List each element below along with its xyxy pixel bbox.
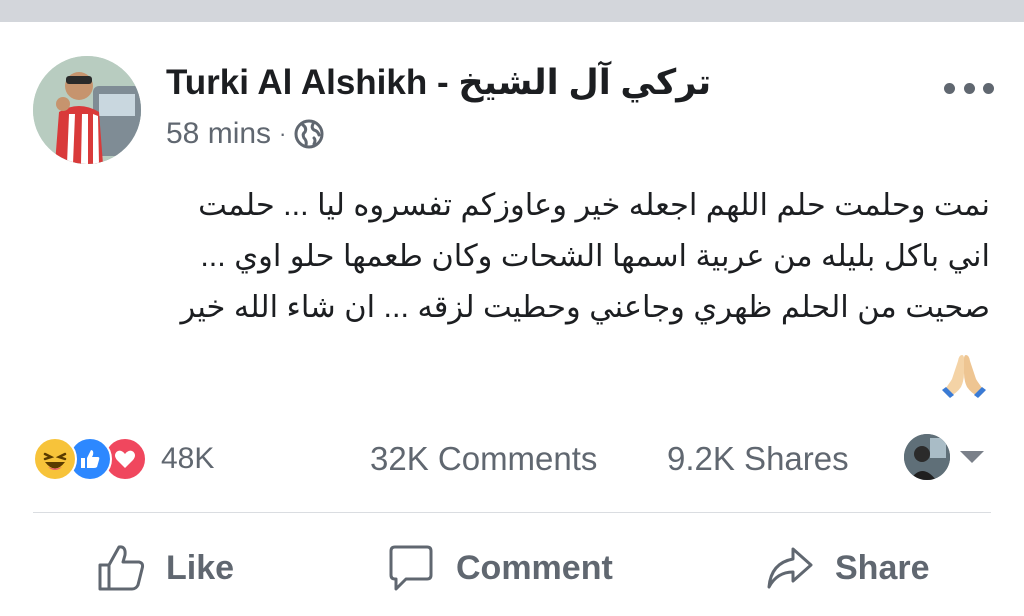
author-avatar[interactable]: [33, 56, 141, 164]
post-line: اني باكل بليله من عربية اسمها الشحات وكا…: [200, 239, 990, 273]
viewer-avatar[interactable]: [904, 434, 950, 480]
like-button[interactable]: Like: [96, 536, 234, 600]
meta-separator: ·: [279, 121, 287, 146]
share-icon: [767, 547, 813, 589]
shares-count[interactable]: 9.2K Shares: [667, 440, 849, 478]
post-line: نمت وحلمت حلم اللهم اجعله خير وعاوزكم تف…: [198, 188, 990, 222]
more-dot: [963, 82, 975, 94]
share-label: Share: [835, 548, 930, 587]
post-text: نمت وحلمت حلم اللهم اجعله خير وعاوزكم تف…: [28, 180, 991, 333]
haha-icon: [33, 437, 77, 481]
post-meta: 58 mins ·: [166, 116, 324, 152]
thumbs-up-icon: [98, 545, 145, 591]
reactions-count[interactable]: 48K: [161, 442, 214, 476]
reactions-summary[interactable]: 48K: [33, 437, 214, 481]
like-label: Like: [166, 548, 235, 587]
chevron-down-icon[interactable]: [960, 451, 984, 463]
comment-label: Comment: [456, 548, 613, 587]
more-options-icon[interactable]: [944, 76, 994, 100]
divider: [33, 512, 991, 513]
comments-count[interactable]: 32K Comments: [370, 440, 597, 478]
top-bar: [0, 0, 1024, 22]
more-dot: [944, 82, 955, 94]
globe-icon[interactable]: [294, 119, 324, 149]
comment-button[interactable]: Comment: [386, 536, 613, 600]
folded-hands-emoji: [942, 355, 986, 398]
post-time[interactable]: 58 mins: [166, 117, 271, 151]
post-line: صحيت من الحلم ظهري وجاعني وحطيت لزقه ...…: [180, 290, 991, 324]
comment-icon: [389, 545, 433, 591]
share-button[interactable]: Share: [765, 536, 930, 600]
author-name[interactable]: Turki Al Alshikh - تركي آل الشيخ: [166, 63, 711, 103]
more-dot: [983, 82, 994, 94]
